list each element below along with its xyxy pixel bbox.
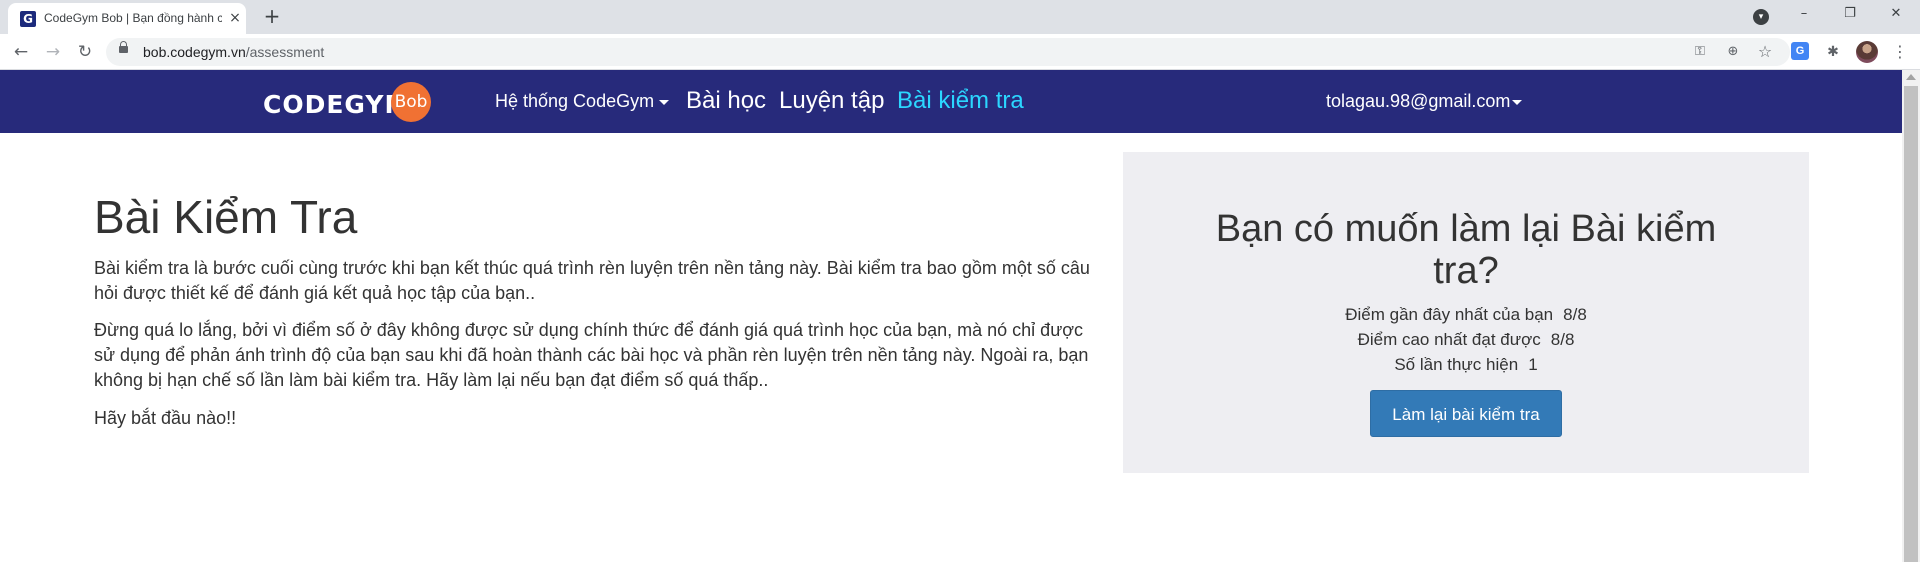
browser-tab-strip: G CodeGym Bob | Bạn đồng hành c × + ▾ – …: [0, 0, 1920, 34]
scroll-up-icon[interactable]: [1906, 74, 1916, 80]
codegym-favicon-icon: G: [20, 11, 36, 27]
url-text[interactable]: bob.codegym.vn/assessment: [143, 44, 324, 60]
key-icon[interactable]: ⚿: [1690, 42, 1710, 62]
stat-highest-score: Điểm cao nhất đạt được 8/8: [1123, 330, 1809, 350]
retry-assessment-panel: Bạn có muốn làm lại Bài kiểm tra? Điểm g…: [1123, 152, 1809, 473]
browser-tab[interactable]: G CodeGym Bob | Bạn đồng hành c ×: [8, 3, 246, 34]
back-icon[interactable]: ←: [9, 40, 33, 64]
retry-assessment-button[interactable]: Làm lại bài kiểm tra: [1370, 390, 1562, 437]
stat-value: 1: [1528, 355, 1538, 374]
stat-label: Điểm cao nhất đạt được: [1357, 330, 1541, 349]
zoom-icon[interactable]: ⊕: [1723, 42, 1743, 62]
new-tab-icon[interactable]: +: [261, 6, 283, 28]
stat-label: Điểm gần đây nhất của bạn: [1345, 305, 1554, 324]
close-window-icon[interactable]: ✕: [1873, 0, 1919, 30]
logo-badge: Bob: [391, 82, 431, 122]
bookmark-star-icon[interactable]: ☆: [1755, 42, 1775, 62]
tab-search-icon[interactable]: ▾: [1753, 9, 1769, 25]
reassurance-paragraph: Đừng quá lo lắng, bởi vì điểm số ở đây k…: [94, 320, 1089, 390]
address-bar[interactable]: bob.codegym.vn/assessment ⚿ ⊕ ☆: [106, 38, 1790, 66]
nav-link-practice[interactable]: Luyện tập: [779, 87, 884, 115]
maximize-icon[interactable]: ❐: [1827, 0, 1873, 30]
intro-paragraph: Bài kiểm tra là bước cuối cùng trước khi…: [94, 258, 1090, 303]
logo-text: CODEGYM: [263, 90, 411, 119]
lock-icon[interactable]: [119, 41, 128, 53]
stat-latest-score: Điểm gần đây nhất của bạn 8/8: [1123, 305, 1809, 325]
translate-extension-icon[interactable]: G: [1791, 42, 1809, 60]
stat-attempt-count: Số lần thực hiện 1: [1123, 355, 1809, 375]
stat-value: 8/8: [1550, 330, 1575, 349]
minimize-icon[interactable]: –: [1781, 0, 1827, 30]
caret-down-icon: [1512, 99, 1523, 105]
extensions-icon[interactable]: ✱: [1823, 42, 1843, 62]
tab-close-icon[interactable]: ×: [226, 9, 244, 27]
url-host: bob.codegym.vn: [143, 44, 246, 60]
browser-toolbar: ← → ↻ bob.codegym.vn/assessment ⚿ ⊕ ☆ G …: [0, 34, 1920, 70]
scroll-thumb[interactable]: [1904, 86, 1918, 562]
browser-menu-icon[interactable]: ⋮: [1890, 42, 1910, 62]
caret-down-icon: [659, 99, 670, 105]
site-navbar: CODEGYM Bob Hệ thống CodeGym Bài học Luy…: [0, 70, 1902, 133]
codegym-system-dropdown[interactable]: Hệ thống CodeGym: [495, 91, 670, 112]
stat-value: 8/8: [1563, 305, 1587, 324]
forward-icon[interactable]: →: [41, 40, 65, 64]
nav-link-lessons[interactable]: Bài học: [686, 87, 766, 115]
dropdown-label: Hệ thống CodeGym: [495, 91, 655, 111]
user-menu-dropdown[interactable]: tolagau.98@gmail.com: [1326, 91, 1523, 112]
page-scrollbar[interactable]: [1902, 70, 1920, 562]
user-email: tolagau.98@gmail.com: [1326, 91, 1511, 111]
page-title: Bài Kiểm Tra: [94, 191, 358, 243]
reload-icon[interactable]: ↻: [73, 40, 97, 64]
stat-label: Số lần thực hiện: [1394, 355, 1519, 374]
nav-link-assessment[interactable]: Bài kiểm tra: [897, 87, 1024, 115]
profile-avatar[interactable]: [1856, 41, 1878, 63]
tab-title: CodeGym Bob | Bạn đồng hành c: [44, 11, 222, 25]
panel-title: Bạn có muốn làm lại Bài kiểm tra?: [1215, 208, 1717, 292]
start-paragraph: Hãy bắt đầu nào!!: [94, 408, 237, 428]
url-path: /assessment: [245, 44, 325, 60]
